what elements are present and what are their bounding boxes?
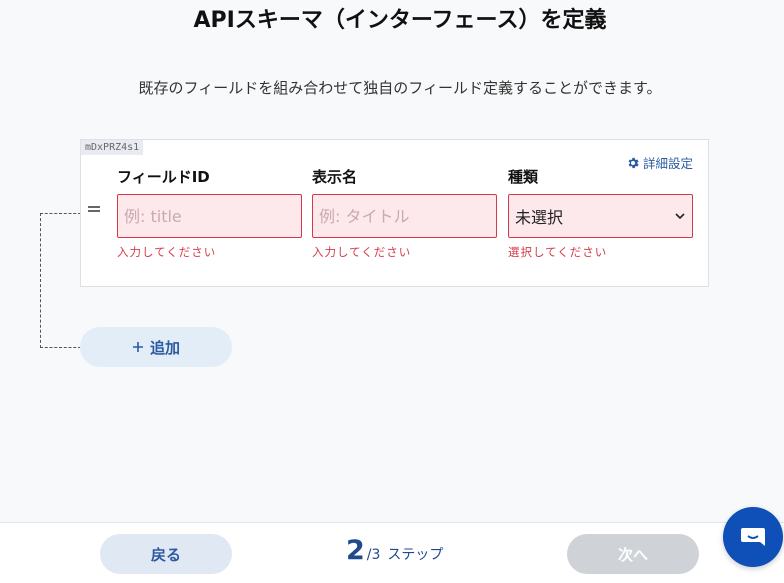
page-description: 既存のフィールドを組み合わせて独自のフィールド定義することができます。 (138, 79, 662, 97)
chat-icon (741, 528, 765, 546)
field-id-error: 入力してください (117, 245, 217, 259)
footer-bar: 戻る 2 /3 ステップ 次へ (0, 522, 784, 583)
chevron-down-icon (675, 213, 685, 220)
add-field-label: 追加 (149, 338, 180, 357)
field-id-group: フィールドID 入力してください (117, 167, 302, 260)
field-type-group: 種類 未選択 選択してください (508, 167, 693, 260)
step-current: 2 (346, 535, 365, 566)
field-type-selected: 未選択 (515, 208, 564, 227)
step-total: /3 (366, 547, 381, 563)
step-indicator: 2 /3 ステップ (346, 535, 443, 566)
page-title: APIスキーマ（インターフェース）を定義 (193, 8, 607, 33)
plus-icon (132, 342, 143, 352)
field-id-label: フィールドID (117, 168, 210, 186)
field-type-error: 選択してください (508, 245, 608, 259)
chat-widget-button[interactable] (723, 507, 783, 567)
field-card: mDxPRZ4s1 詳細設定 フィールドID 入力してください 表示名 入力して… (80, 139, 709, 287)
display-name-input[interactable] (312, 194, 497, 238)
display-name-label: 表示名 (312, 168, 358, 186)
back-button[interactable]: 戻る (100, 534, 232, 574)
tree-connector (40, 213, 81, 348)
field-type-label: 種類 (508, 168, 539, 186)
display-name-error: 入力してください (312, 245, 412, 259)
field-type-select[interactable]: 未選択 (508, 194, 693, 238)
display-name-group: 表示名 入力してください (312, 167, 497, 260)
add-field-button[interactable]: 追加 (80, 327, 232, 367)
step-suffix: ステップ (387, 547, 444, 563)
next-button[interactable]: 次へ (567, 534, 699, 574)
field-id-input[interactable] (117, 194, 302, 238)
drag-handle-icon[interactable] (88, 206, 100, 214)
field-card-id: mDxPRZ4s1 (81, 140, 144, 155)
